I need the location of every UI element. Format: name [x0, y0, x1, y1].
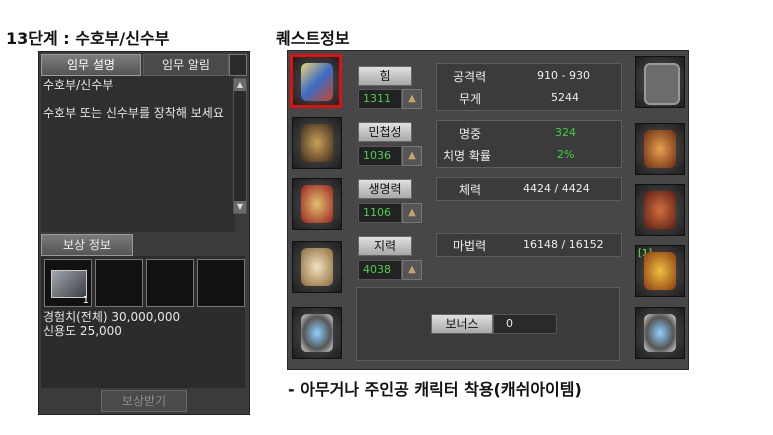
helmet-slot[interactable] — [292, 117, 342, 169]
tab-extra[interactable] — [229, 54, 247, 76]
weight-value: 5244 — [551, 91, 579, 104]
accuracy-crit-box: 명중 324 치명 확률 2% — [436, 120, 622, 168]
highlight-box — [290, 54, 342, 108]
stat-dex-value: 1036 — [358, 146, 402, 166]
stat-vit-value: 1106 — [358, 203, 402, 223]
stat-int-up-icon[interactable]: ▲ — [402, 260, 422, 280]
helmet-icon — [301, 124, 333, 162]
mp-box: 마법력 16148 / 16152 — [436, 233, 622, 257]
accuracy-label: 명중 — [459, 127, 482, 141]
gloves-slot[interactable] — [635, 123, 685, 175]
attack-label: 공격력 — [453, 70, 487, 84]
hp-box: 체력 4424 / 4424 — [436, 177, 622, 201]
weight-label: 무게 — [459, 92, 482, 106]
mp-value: 16148 / 16152 — [523, 238, 604, 251]
stat-vit-button[interactable]: 생명력 — [358, 179, 412, 199]
reward-credit: 신용도 25,000 — [43, 324, 122, 338]
character-info-panel: [1] 힘 1311 ▲ 민첩성 1036 ▲ 생명력 1106 ▲ 지력 40… — [287, 50, 689, 370]
stat-dex-up-icon[interactable]: ▲ — [402, 146, 422, 166]
attack-weight-box: 공격력 910 - 930 무게 5244 — [436, 63, 622, 111]
pet-icon — [301, 248, 333, 286]
bonus-area: 보너스 0 — [356, 287, 620, 361]
reward-slot[interactable] — [95, 259, 143, 307]
reward-info-tab[interactable]: 보상 정보 — [41, 234, 133, 256]
scroll-down-icon[interactable]: ▼ — [234, 201, 246, 213]
reward-item-count: 1 — [82, 295, 89, 306]
scroll-up-icon[interactable]: ▲ — [234, 79, 246, 91]
description-scrollbar[interactable]: ▲ ▼ — [233, 78, 247, 214]
step-title: 13단계 : 수호부/신수부 — [6, 29, 170, 48]
description-text: 수호부 또는 신수부를 장착해 보세요 — [43, 106, 224, 120]
crit-label: 치명 확률 — [443, 149, 491, 163]
description-title: 수호부/신수부 — [43, 78, 114, 92]
gloves-icon — [644, 130, 676, 168]
quest-info-title: 퀘스트정보 — [276, 29, 350, 48]
stat-str-value: 1311 — [358, 89, 402, 109]
armor-slot[interactable] — [292, 178, 342, 230]
quest-panel: 임무 설명 임무 알림 수호부/신수부 수호부 또는 신수부를 장착해 보세요 … — [38, 51, 250, 415]
ring-icon — [644, 314, 676, 352]
stat-vit-up-icon[interactable]: ▲ — [402, 203, 422, 223]
reward-area: 1 경험치(전체) 30,000,000 신용도 25,000 — [41, 256, 245, 388]
claim-reward-button[interactable]: 보상받기 — [101, 390, 187, 412]
ring-slot-right[interactable] — [635, 307, 685, 359]
pants-icon — [644, 191, 676, 229]
bonus-button[interactable]: 보너스 — [431, 314, 493, 334]
tab-mission-alert[interactable]: 임무 알림 — [143, 54, 229, 76]
pants-slot[interactable] — [635, 184, 685, 236]
reward-slot[interactable] — [146, 259, 194, 307]
hp-value: 4424 / 4424 — [523, 182, 590, 195]
hp-label: 체력 — [459, 183, 482, 197]
stat-str-up-icon[interactable]: ▲ — [402, 89, 422, 109]
armor-icon — [301, 185, 333, 223]
attack-value: 910 - 930 — [537, 69, 590, 82]
ring-icon — [301, 314, 333, 352]
pet-slot[interactable] — [292, 241, 342, 293]
stat-str-button[interactable]: 힘 — [358, 66, 412, 86]
reward-box-icon — [51, 270, 87, 298]
emblem-icon — [644, 63, 680, 105]
mp-label: 마법력 — [453, 239, 487, 253]
ring-slot-left[interactable] — [292, 307, 342, 359]
mission-description-box: 수호부/신수부 수호부 또는 신수부를 장착해 보세요 — [41, 76, 235, 232]
bonus-value: 0 — [493, 314, 557, 334]
stat-int-button[interactable]: 지력 — [358, 236, 412, 256]
reward-slot[interactable] — [197, 259, 245, 307]
instruction-note: - 아무거나 주인공 캐릭터 착용(캐쉬아이템) — [288, 380, 582, 399]
accuracy-value: 324 — [555, 126, 576, 139]
emblem-slot[interactable] — [635, 56, 685, 108]
stat-int-value: 4038 — [358, 260, 402, 280]
boots-slot[interactable]: [1] — [635, 245, 685, 297]
boots-icon — [644, 252, 676, 290]
tab-mission-description[interactable]: 임무 설명 — [41, 54, 141, 76]
reward-slot[interactable]: 1 — [44, 259, 92, 307]
stat-dex-button[interactable]: 민첩성 — [358, 122, 412, 142]
crit-value: 2% — [557, 148, 575, 161]
